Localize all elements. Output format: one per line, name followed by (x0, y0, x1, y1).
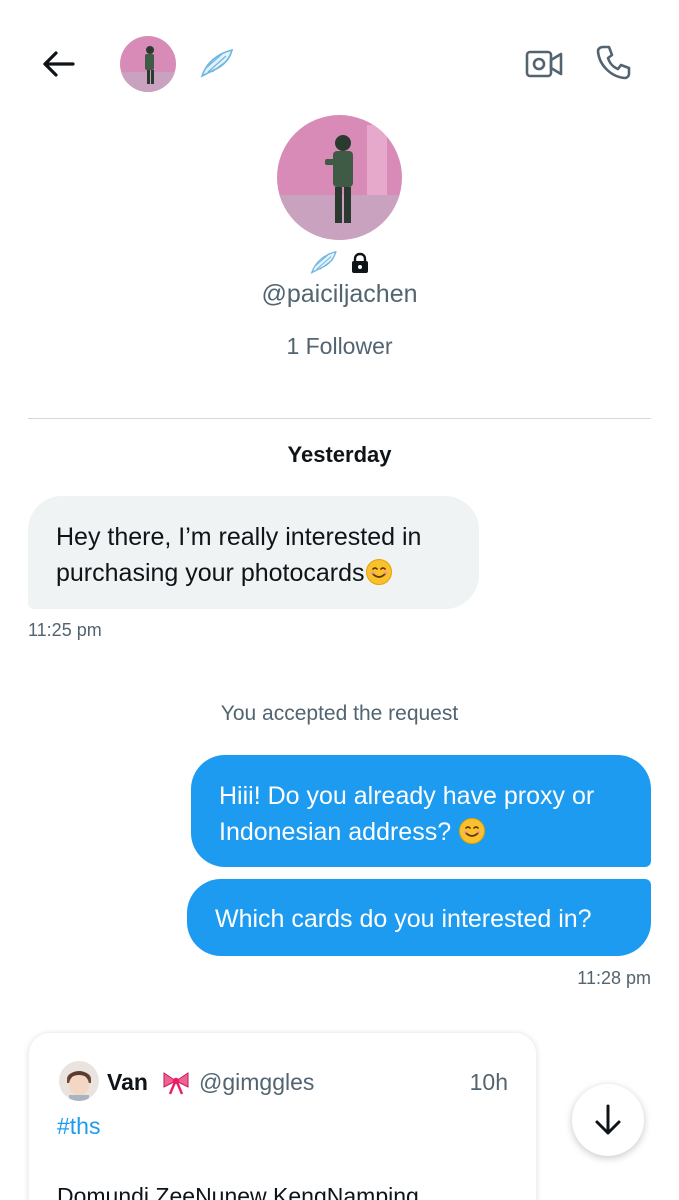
date-separator: Yesterday (287, 442, 392, 467)
divider (28, 418, 651, 419)
system-notice: You accepted the request (220, 702, 459, 725)
message-timestamp: 11:25 pm (28, 620, 102, 640)
message-timestamp: 11:28 pm (577, 968, 651, 988)
ribbon-bow-icon (161, 1069, 191, 1095)
follower-count[interactable]: 1 Follower (0, 333, 679, 360)
incoming-message-bubble[interactable]: Hey there, I’m really interested in purc… (28, 496, 479, 609)
profile-badges (306, 247, 376, 279)
scroll-to-bottom-button[interactable] (572, 1084, 644, 1156)
message-text: Which cards do you interested in? (215, 905, 592, 933)
phone-icon (596, 45, 631, 80)
tweet-author-avatar[interactable] (59, 1061, 99, 1101)
profile-handle[interactable]: @paiciljachen (0, 280, 679, 309)
outgoing-message-bubble[interactable]: Hiii! Do you already have proxy or Indon… (191, 755, 651, 867)
outgoing-message-bubble[interactable]: Which cards do you interested in? (187, 879, 651, 956)
back-button[interactable] (36, 44, 80, 84)
wing-icon (196, 44, 236, 84)
dm-conversation-screen: @paiciljachen 1 Follower Yesterday Hey t… (0, 0, 679, 1200)
tweet-author-name[interactable]: Van (107, 1069, 148, 1096)
wing-icon (310, 250, 337, 274)
shared-tweet-card[interactable]: Van @gimggles 10h #ths Domundi ZeeNunew … (28, 1032, 537, 1200)
message-text: Hiii! Do you already have proxy or Indon… (219, 782, 595, 846)
smiling-face-emoji (459, 818, 486, 844)
smiling-face-emoji (365, 559, 392, 585)
tweet-author-username[interactable]: @gimggles (199, 1069, 314, 1096)
header-avatar[interactable] (120, 36, 176, 92)
tweet-hashtag-link[interactable]: #ths (57, 1113, 100, 1140)
arrow-left-icon (43, 51, 75, 77)
voice-call-button[interactable] (592, 40, 636, 84)
profile-avatar[interactable] (277, 115, 402, 240)
tweet-timestamp: 10h (469, 1069, 508, 1095)
video-call-button[interactable] (522, 42, 566, 86)
video-call-icon (525, 50, 563, 78)
lock-icon (352, 252, 368, 273)
arrow-down-icon (595, 1104, 621, 1135)
tweet-text: Domundi ZeeNunew KengNamping (57, 1183, 419, 1200)
